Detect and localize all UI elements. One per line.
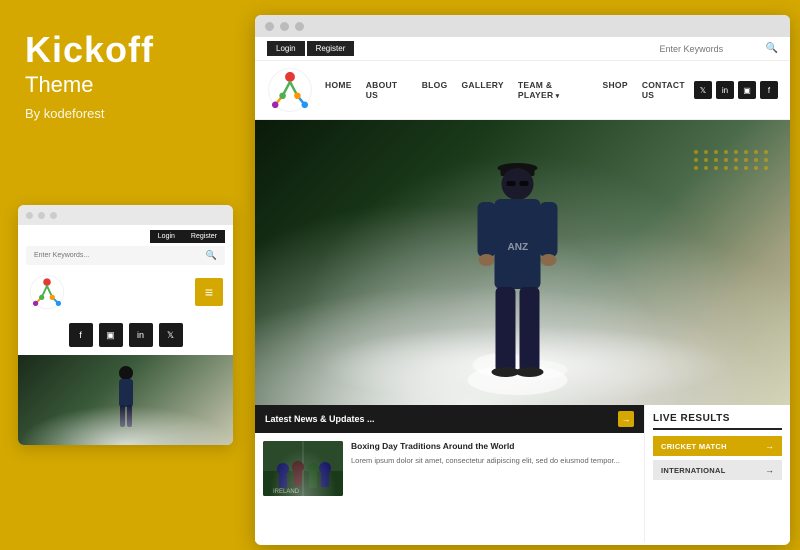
nav-home[interactable]: HOME: [325, 80, 352, 100]
nav-links: HOME ABOUT US BLOG GALLERY TEAM & PLAYER…: [325, 80, 694, 100]
browser-titlebar: [255, 15, 790, 37]
topbar-right: 🔍: [660, 43, 778, 54]
mini-smoke-effect: [18, 405, 233, 445]
nav-about[interactable]: ABOUT US: [366, 80, 408, 100]
dot-yellow: [280, 22, 289, 31]
brand-subtitle: Theme: [25, 72, 223, 98]
site-navbar: HOME ABOUT US BLOG GALLERY TEAM & PLAYER…: [255, 61, 790, 120]
live-cricket-arrow-icon: →: [765, 441, 774, 451]
mini-facebook-button[interactable]: f: [69, 323, 93, 347]
brand-by: By kodeforest: [25, 106, 223, 121]
nav-social: 𝕏 in ▣ f: [694, 81, 778, 99]
nav-twitter-button[interactable]: 𝕏: [694, 81, 712, 99]
mini-search-input[interactable]: [34, 252, 206, 259]
nav-linkedin-button[interactable]: in: [716, 81, 734, 99]
main-browser: Login Register 🔍 HOME ABOUT US BLOG: [255, 15, 790, 545]
login-button[interactable]: Login: [267, 41, 305, 56]
news-arrow-button[interactable]: →: [618, 411, 634, 427]
mini-twitter-button[interactable]: 𝕏: [159, 323, 183, 347]
dot-green: [295, 22, 304, 31]
news-header-label: Latest News & Updates ...: [265, 414, 375, 424]
mini-logo: [28, 273, 66, 311]
news-article-excerpt: Lorem ipsum dolor sit amet, consectetur …: [351, 456, 636, 467]
live-international-label: INTERNATIONAL: [661, 466, 726, 475]
mini-dot-1: [26, 212, 33, 219]
nav-shop[interactable]: SHOP: [603, 80, 628, 100]
news-text-block: Boxing Day Traditions Around the World L…: [351, 441, 636, 496]
mini-dot-3: [50, 212, 57, 219]
mini-search-icon[interactable]: 🔍: [206, 250, 217, 261]
mini-titlebar: [18, 205, 233, 225]
news-thumbnail: IRELAND: [263, 441, 343, 496]
mini-logo-row: ≡: [18, 269, 233, 317]
search-input: [660, 44, 760, 54]
nav-blog[interactable]: BLOG: [422, 80, 448, 100]
hero-section: ANZ: [255, 120, 790, 405]
nav-facebook-button[interactable]: f: [760, 81, 778, 99]
news-content: IRELAND Boxing Day Traditions Around the…: [255, 433, 644, 504]
brand-title: Kickoff: [25, 30, 223, 70]
bottom-section: Latest News & Updates ... →: [255, 405, 790, 542]
news-header: Latest News & Updates ... →: [255, 405, 644, 433]
svg-text:ANZ: ANZ: [507, 242, 528, 253]
mini-youtube-button[interactable]: ▣: [99, 323, 123, 347]
hero-player-silhouette: ANZ: [462, 140, 572, 400]
news-article-title: Boxing Day Traditions Around the World: [351, 441, 636, 452]
news-section: Latest News & Updates ... →: [255, 405, 645, 542]
mini-hamburger-icon[interactable]: ≡: [195, 278, 223, 306]
mini-login-button[interactable]: Login: [150, 230, 183, 243]
nav-gallery[interactable]: GALLERY: [462, 80, 504, 100]
mini-linkedin-button[interactable]: in: [129, 323, 153, 347]
left-panel: Kickoff Theme By kodeforest Login Regist…: [0, 0, 248, 550]
mini-register-button[interactable]: Register: [183, 230, 225, 243]
nav-contact[interactable]: CONTACT US: [642, 80, 694, 100]
live-cricket-match-item[interactable]: CRICKET MATCH →: [653, 436, 782, 456]
live-cricket-match-label: CRICKET MATCH: [661, 442, 727, 451]
nav-youtube-button[interactable]: ▣: [738, 81, 756, 99]
site-logo: [267, 67, 313, 113]
mini-dot-2: [38, 212, 45, 219]
live-results-header: LIVE RESULTS: [653, 413, 782, 430]
live-results-section: LIVE RESULTS CRICKET MATCH → INTERNATION…: [645, 405, 790, 542]
live-international-arrow-icon: →: [765, 465, 774, 475]
search-icon[interactable]: 🔍: [766, 43, 778, 54]
register-button[interactable]: Register: [307, 41, 355, 56]
mini-search-bar: 🔍: [26, 246, 225, 265]
live-international-item[interactable]: INTERNATIONAL →: [653, 460, 782, 480]
yellow-dots-decoration: [694, 150, 770, 170]
mini-social-buttons: f ▣ in 𝕏: [18, 317, 233, 355]
site-topbar: Login Register 🔍: [255, 37, 790, 61]
mini-topbar: Login Register: [18, 225, 233, 246]
mini-hero-image: [18, 355, 233, 445]
mini-browser-mockup: Login Register 🔍 ≡: [18, 205, 233, 445]
nav-team-player[interactable]: TEAM & PLAYER: [518, 80, 589, 100]
topbar-left: Login Register: [267, 41, 354, 56]
dot-red: [265, 22, 274, 31]
